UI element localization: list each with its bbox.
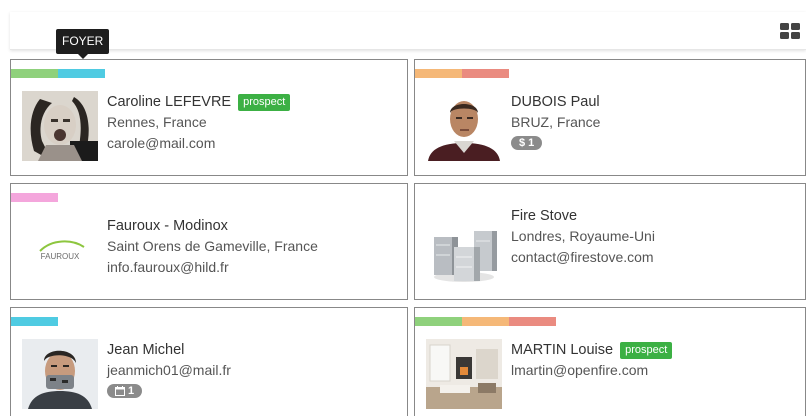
contact-card[interactable]: Caroline LEFEVRE prospect Rennes, France… xyxy=(10,59,408,176)
events-badge[interactable]: 1 xyxy=(107,384,143,398)
contact-name[interactable]: Fauroux - Modinox xyxy=(107,216,401,236)
tag-blue[interactable] xyxy=(11,317,58,326)
card-info: Caroline LEFEVRE prospect Rennes, France… xyxy=(107,92,401,154)
contact-name[interactable]: DUBOIS Paul xyxy=(511,92,799,112)
contact-location: BRUZ, France xyxy=(511,114,601,130)
card-info: Fauroux - Modinox Saint Orens de Gamevil… xyxy=(107,216,401,278)
contact-location: Saint Orens de Gameville, France xyxy=(107,238,318,254)
tag-orange[interactable] xyxy=(415,69,462,78)
tag-red[interactable] xyxy=(462,69,509,78)
card-info: Jean Michel jeanmich01@mail.fr 1 xyxy=(107,340,401,401)
card-tags xyxy=(11,193,58,202)
amount-badge[interactable]: $ 1 xyxy=(511,136,543,150)
calendar-icon xyxy=(115,386,125,396)
top-toolbar xyxy=(10,12,806,50)
contact-name[interactable]: Jean Michel xyxy=(107,340,401,360)
contact-card[interactable]: FAUROUX Fauroux - Modinox Saint Orens de… xyxy=(10,183,408,300)
tag-orange[interactable] xyxy=(462,317,509,326)
card-info: DUBOIS Paul BRUZ, France $ 1 xyxy=(511,92,799,151)
contact-card[interactable]: Jean Michel jeanmich01@mail.fr 1 xyxy=(10,307,408,416)
contact-name[interactable]: MARTIN Louise xyxy=(511,342,613,358)
contact-email[interactable]: contact@firestove.com xyxy=(511,247,799,268)
grid-view-icon[interactable] xyxy=(780,23,800,39)
contact-location: Londres, Royaume-Uni xyxy=(511,228,655,244)
contact-photo xyxy=(22,91,98,161)
card-info: MARTIN Louise prospect lmartin@openfire.… xyxy=(511,340,799,381)
contact-email[interactable]: lmartin@openfire.com xyxy=(511,360,799,381)
card-tags xyxy=(415,317,556,326)
card-tags xyxy=(11,317,58,326)
company-building-icon xyxy=(426,215,502,285)
tag-green[interactable] xyxy=(415,317,462,326)
contact-email[interactable]: info.fauroux@hild.fr xyxy=(107,257,401,278)
company-logo: FAUROUX xyxy=(22,215,98,285)
contact-email[interactable]: jeanmich01@mail.fr xyxy=(107,360,401,381)
prospect-badge: prospect xyxy=(620,342,673,359)
svg-text:FAUROUX: FAUROUX xyxy=(41,252,80,261)
card-tags xyxy=(415,69,509,78)
prospect-badge: prospect xyxy=(238,94,291,111)
tag-red[interactable] xyxy=(509,317,556,326)
contact-email[interactable]: carole@mail.com xyxy=(107,133,401,154)
tag-tooltip: FOYER xyxy=(56,29,110,59)
contact-name[interactable]: Fire Stove xyxy=(511,206,799,226)
card-tags xyxy=(11,69,105,78)
contact-photo xyxy=(22,339,98,409)
tag-blue[interactable] xyxy=(58,69,105,78)
contact-name[interactable]: Caroline LEFEVRE xyxy=(107,94,231,110)
contact-card[interactable]: MARTIN Louise prospect lmartin@openfire.… xyxy=(414,307,806,416)
contact-location: Rennes, France xyxy=(107,114,207,130)
tag-pink[interactable] xyxy=(11,193,58,202)
contact-card[interactable]: Fire Stove Londres, Royaume-Uni contact@… xyxy=(414,183,806,300)
contact-photo xyxy=(426,339,502,409)
contact-card[interactable]: DUBOIS Paul BRUZ, France $ 1 xyxy=(414,59,806,176)
tag-green[interactable] xyxy=(11,69,58,78)
contact-photo xyxy=(426,91,502,161)
card-info: Fire Stove Londres, Royaume-Uni contact@… xyxy=(511,206,799,268)
